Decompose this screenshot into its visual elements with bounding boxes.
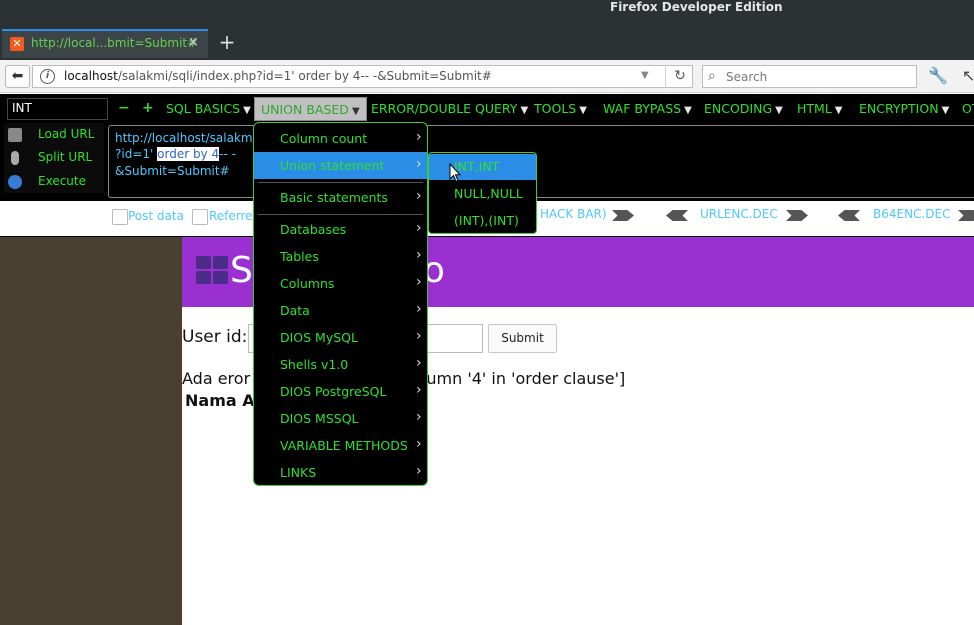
page-sidebar xyxy=(0,237,182,625)
menu-tools[interactable]: TOOLS ▼ xyxy=(534,101,587,116)
search-input[interactable]: ⌕ Search xyxy=(702,65,917,88)
submenu-item-int-int[interactable]: INT,INT xyxy=(429,154,536,180)
url-line-1: http://localhost/salakmi/s xyxy=(115,131,267,145)
pointer-icon[interactable]: ↖ xyxy=(962,66,974,85)
new-tab-button[interactable]: + xyxy=(216,31,238,53)
menu-union-based[interactable]: UNION BASED ▼ xyxy=(254,97,367,121)
b64enc-label: B64ENC.DEC xyxy=(873,207,951,221)
load-icon xyxy=(8,127,22,142)
submit-button[interactable]: Submit xyxy=(488,324,557,353)
dropdown-item-dios-postgresql[interactable]: DIOS PostgreSQL › xyxy=(254,378,427,405)
play-icon xyxy=(8,174,22,189)
chevron-down-icon: ▼ xyxy=(243,105,251,116)
xampp-icon: ✕ xyxy=(10,37,24,51)
back-button[interactable]: ⬅ xyxy=(5,65,30,88)
submenu-item-int-paren[interactable]: (INT),(INT) xyxy=(429,208,536,234)
dropdown-item-column-count[interactable]: Column count › xyxy=(254,125,427,152)
chevron-down-icon: ▼ xyxy=(834,105,843,116)
chevron-down-icon: ▼ xyxy=(684,105,692,116)
referrer-checkbox[interactable] xyxy=(192,209,208,225)
dropdown-item-tables[interactable]: Tables › xyxy=(254,243,427,270)
chevron-down-icon: ▼ xyxy=(775,105,783,116)
chevron-right-icon: › xyxy=(416,129,422,145)
url-text[interactable]: localhost/salakmi/sqli/index.php?id=1' o… xyxy=(64,69,492,83)
chevron-right-icon: › xyxy=(416,355,422,371)
search-placeholder: Search xyxy=(726,70,768,84)
union-statement-submenu: INT,INT NULL,NULL (INT),(INT) xyxy=(428,152,537,234)
tab-title: http://local...bmit=Submit# xyxy=(31,36,198,50)
dropdown-item-columns[interactable]: Columns › xyxy=(254,270,427,297)
union-based-dropdown: Column count › Union statement › Basic sta… xyxy=(253,122,428,486)
urlenc-label: URLENC.DEC xyxy=(700,207,778,221)
chevron-right-icon: › xyxy=(416,328,422,344)
wrench-icon[interactable]: 🔧 xyxy=(928,66,948,85)
tab-active[interactable]: ✕ http://local...bmit=Submit# × xyxy=(2,29,208,58)
chevron-right-icon: › xyxy=(416,156,422,172)
search-icon: ⌕ xyxy=(708,68,716,84)
menu-error-double-query[interactable]: ERROR/DOUBLE QUERY ▼ xyxy=(371,101,528,116)
window-titlebar: Firefox Developer Edition xyxy=(0,0,974,27)
selected-text: order by 4 xyxy=(157,147,220,161)
chevron-right-icon: › xyxy=(416,382,422,398)
mouse-cursor-icon xyxy=(449,163,461,183)
execute-button[interactable]: Execute xyxy=(8,174,86,189)
arrow-left-icon: ⬅ xyxy=(11,68,24,84)
reload-icon[interactable]: ↻ xyxy=(665,65,694,88)
chevron-right-icon: › xyxy=(416,188,422,204)
submenu-item-null-null[interactable]: NULL,NULL xyxy=(429,181,536,207)
dropdown-divider xyxy=(258,182,423,183)
dropdown-item-union-statement[interactable]: Union statement › xyxy=(254,152,427,179)
menu-encryption[interactable]: ENCRYPTION ▼ xyxy=(859,101,949,116)
dropdown-item-shells[interactable]: Shells v1.0 › xyxy=(254,351,427,378)
referrer-label: Referrer xyxy=(209,209,258,223)
menu-html[interactable]: HTML ▼ xyxy=(797,101,843,116)
hackbar-url-textarea[interactable]: http://localhost/salakmi/s ?id=1' order … xyxy=(108,125,974,198)
chevron-right-icon: › xyxy=(416,463,422,479)
chevron-down-icon: ▼ xyxy=(941,105,950,116)
post-data-checkbox[interactable] xyxy=(112,209,128,225)
chevron-right-icon: › xyxy=(416,247,422,263)
chevron-down-icon[interactable]: ▼ xyxy=(641,70,649,81)
url-bar[interactable]: i localhost/salakmi/sqli/index.php?id=1'… xyxy=(32,65,693,88)
int-select[interactable]: INT xyxy=(7,98,108,120)
dropdown-item-variable-methods[interactable]: VARIABLE METHODS › xyxy=(254,432,427,459)
load-url-button[interactable]: Load URL xyxy=(8,127,94,142)
chevron-down-icon: ▼ xyxy=(351,106,360,117)
url-line-3: &Submit=Submit# xyxy=(115,164,230,178)
menu-encoding[interactable]: ENCODING ▼ xyxy=(704,101,783,116)
chevron-right-icon: › xyxy=(416,220,422,236)
dropdown-item-dios-mysql[interactable]: DIOS MySQL › xyxy=(254,324,427,351)
menu-other[interactable]: OT xyxy=(962,101,974,116)
chevron-right-icon: › xyxy=(416,436,422,452)
chevron-right-icon: › xyxy=(416,301,422,317)
hackbar-actions: Load URL Split URL Execute xyxy=(4,123,104,193)
minus-icon[interactable]: − xyxy=(118,100,130,116)
window-title: Firefox Developer Edition xyxy=(610,0,783,14)
info-icon[interactable]: i xyxy=(40,69,55,84)
grid-logo-icon xyxy=(196,256,230,288)
close-tab-icon[interactable]: × xyxy=(188,35,199,50)
user-id-label: User id: xyxy=(182,327,248,347)
dropdown-item-basic-statements[interactable]: Basic statements › xyxy=(254,184,427,211)
dropdown-divider xyxy=(258,214,423,215)
url-line-2: ?id=1' order by 4-- - xyxy=(115,147,236,161)
chevron-down-icon: ▼ xyxy=(579,105,587,116)
plus-icon[interactable]: + xyxy=(142,100,154,116)
chevron-right-icon: › xyxy=(416,409,422,425)
menu-waf-bypass[interactable]: WAF BYPASS ▼ xyxy=(603,101,692,116)
split-icon xyxy=(11,150,19,165)
dropdown-item-databases[interactable]: Databases › xyxy=(254,216,427,243)
menu-sql-basics[interactable]: SQL BASICS ▼ xyxy=(166,101,251,116)
dropdown-item-dios-mssql[interactable]: DIOS MSSQL › xyxy=(254,405,427,432)
dropdown-item-data[interactable]: Data › xyxy=(254,297,427,324)
post-data-label: Post data xyxy=(128,209,184,223)
nama-label: Nama A xyxy=(185,391,255,410)
dropdown-item-links[interactable]: LINKS › xyxy=(254,459,427,486)
hack-bar-label: HACK BAR) xyxy=(540,207,607,221)
chevron-down-icon: ▼ xyxy=(520,105,529,116)
split-url-button[interactable]: Split URL xyxy=(8,150,92,165)
chevron-right-icon: › xyxy=(416,274,422,290)
